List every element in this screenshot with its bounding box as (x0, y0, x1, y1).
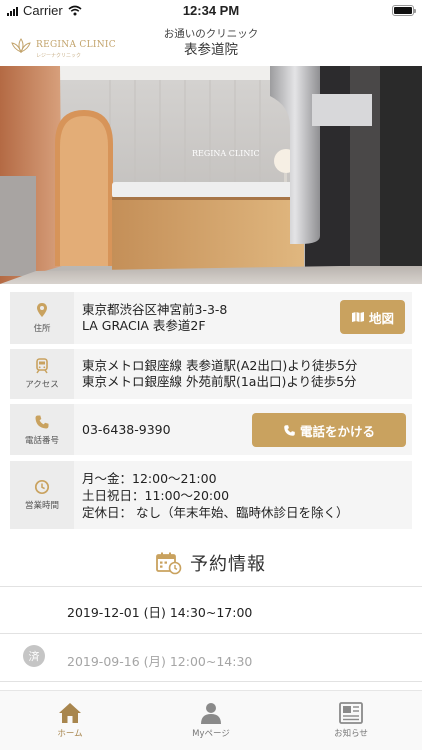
done-badge: 済 (23, 645, 45, 667)
reservation-title: 予約情報 (190, 554, 266, 575)
hours-label: 営業時間 (24, 501, 59, 511)
reservation-date: 2019-12-01 (日) 14:30~17:00 (67, 605, 253, 620)
address-label: 住所 (33, 324, 51, 334)
header: REGINA CLINIC レジーナクリニック お通いのクリニック 表参道院 (0, 22, 422, 64)
header-subtitle: お通いのクリニック (163, 28, 259, 40)
tab-news[interactable]: お知らせ (311, 701, 391, 739)
call-button[interactable]: 電話をかける (252, 413, 406, 447)
reservation-header: 予約情報 (0, 548, 422, 578)
tab-bar: ホーム Myページ お知らせ (0, 690, 422, 750)
phone-label-cell: 電話番号 (10, 404, 74, 455)
reservation-item-done[interactable]: 済 2019-09-16 (月) 12:00~14:30 (0, 634, 422, 680)
access-row: アクセス 東京メトロ銀座線 表参道駅(A2出口)より徒歩5分 東京メトロ銀座線 … (10, 349, 412, 399)
page-title: 表参道院 (184, 42, 238, 58)
phone-button-icon (284, 424, 295, 436)
home-icon (59, 703, 81, 723)
reservation-date: 2019-09-16 (月) 12:00~14:30 (67, 654, 253, 669)
map-icon (351, 312, 364, 322)
map-button[interactable]: 地図 (340, 300, 405, 334)
map-pin-icon (37, 303, 47, 317)
calendar-clock-icon (156, 552, 182, 575)
phone-icon (35, 415, 49, 428)
phone-label: 電話番号 (24, 435, 59, 446)
access-line1: 東京メトロ銀座線 表参道駅(A2出口)より徒歩5分 (82, 358, 358, 373)
clock-icon (34, 479, 50, 495)
hours-body: 月～金：12:00～21:00 土日祝日：11:00～20:00 定休日： なし… (74, 461, 412, 529)
tab-mypage-label: Myページ (192, 729, 230, 739)
tab-home-label: ホーム (57, 729, 83, 739)
status-bar: Carrier 12:34 PM (0, 0, 422, 22)
battery-icon (392, 5, 416, 16)
clinic-photo: REGINA CLINIC (0, 66, 422, 284)
tab-mypage[interactable]: Myページ (171, 701, 251, 739)
reservation-item-upcoming[interactable]: 2019-12-01 (日) 14:30~17:00 (0, 587, 422, 633)
access-line2: 東京メトロ銀座線 外苑前駅(1a出口)より徒歩5分 (82, 374, 357, 389)
map-button-label: 地図 (368, 310, 394, 326)
status-time: 12:34 PM (182, 3, 240, 18)
call-button-label: 電話をかける (299, 423, 375, 439)
news-icon (339, 702, 363, 724)
access-label-cell: アクセス (10, 349, 74, 399)
header-title-block: お通いのクリニック 表参道院 (0, 27, 422, 59)
address-label-cell: 住所 (10, 292, 74, 344)
train-icon (36, 358, 48, 374)
divider (0, 681, 422, 682)
clinic-sign-text: REGINA CLINIC (192, 149, 260, 158)
access-body: 東京メトロ銀座線 表参道駅(A2出口)より徒歩5分 東京メトロ銀座線 外苑前駅(… (74, 349, 412, 399)
access-label: アクセス (25, 380, 59, 390)
hours-label-cell: 営業時間 (10, 461, 74, 529)
hours-line3: 定休日： なし（年末年始、臨時休診日を除く） (82, 504, 349, 520)
hours-row: 営業時間 月～金：12:00～21:00 土日祝日：11:00～20:00 定休… (10, 461, 412, 529)
hours-line1: 月～金：12:00～21:00 (82, 470, 217, 486)
tab-news-label: お知らせ (334, 729, 368, 739)
tab-home[interactable]: ホーム (30, 701, 110, 739)
hours-line2: 土日祝日：11:00～20:00 (82, 487, 230, 503)
user-icon (201, 703, 221, 724)
